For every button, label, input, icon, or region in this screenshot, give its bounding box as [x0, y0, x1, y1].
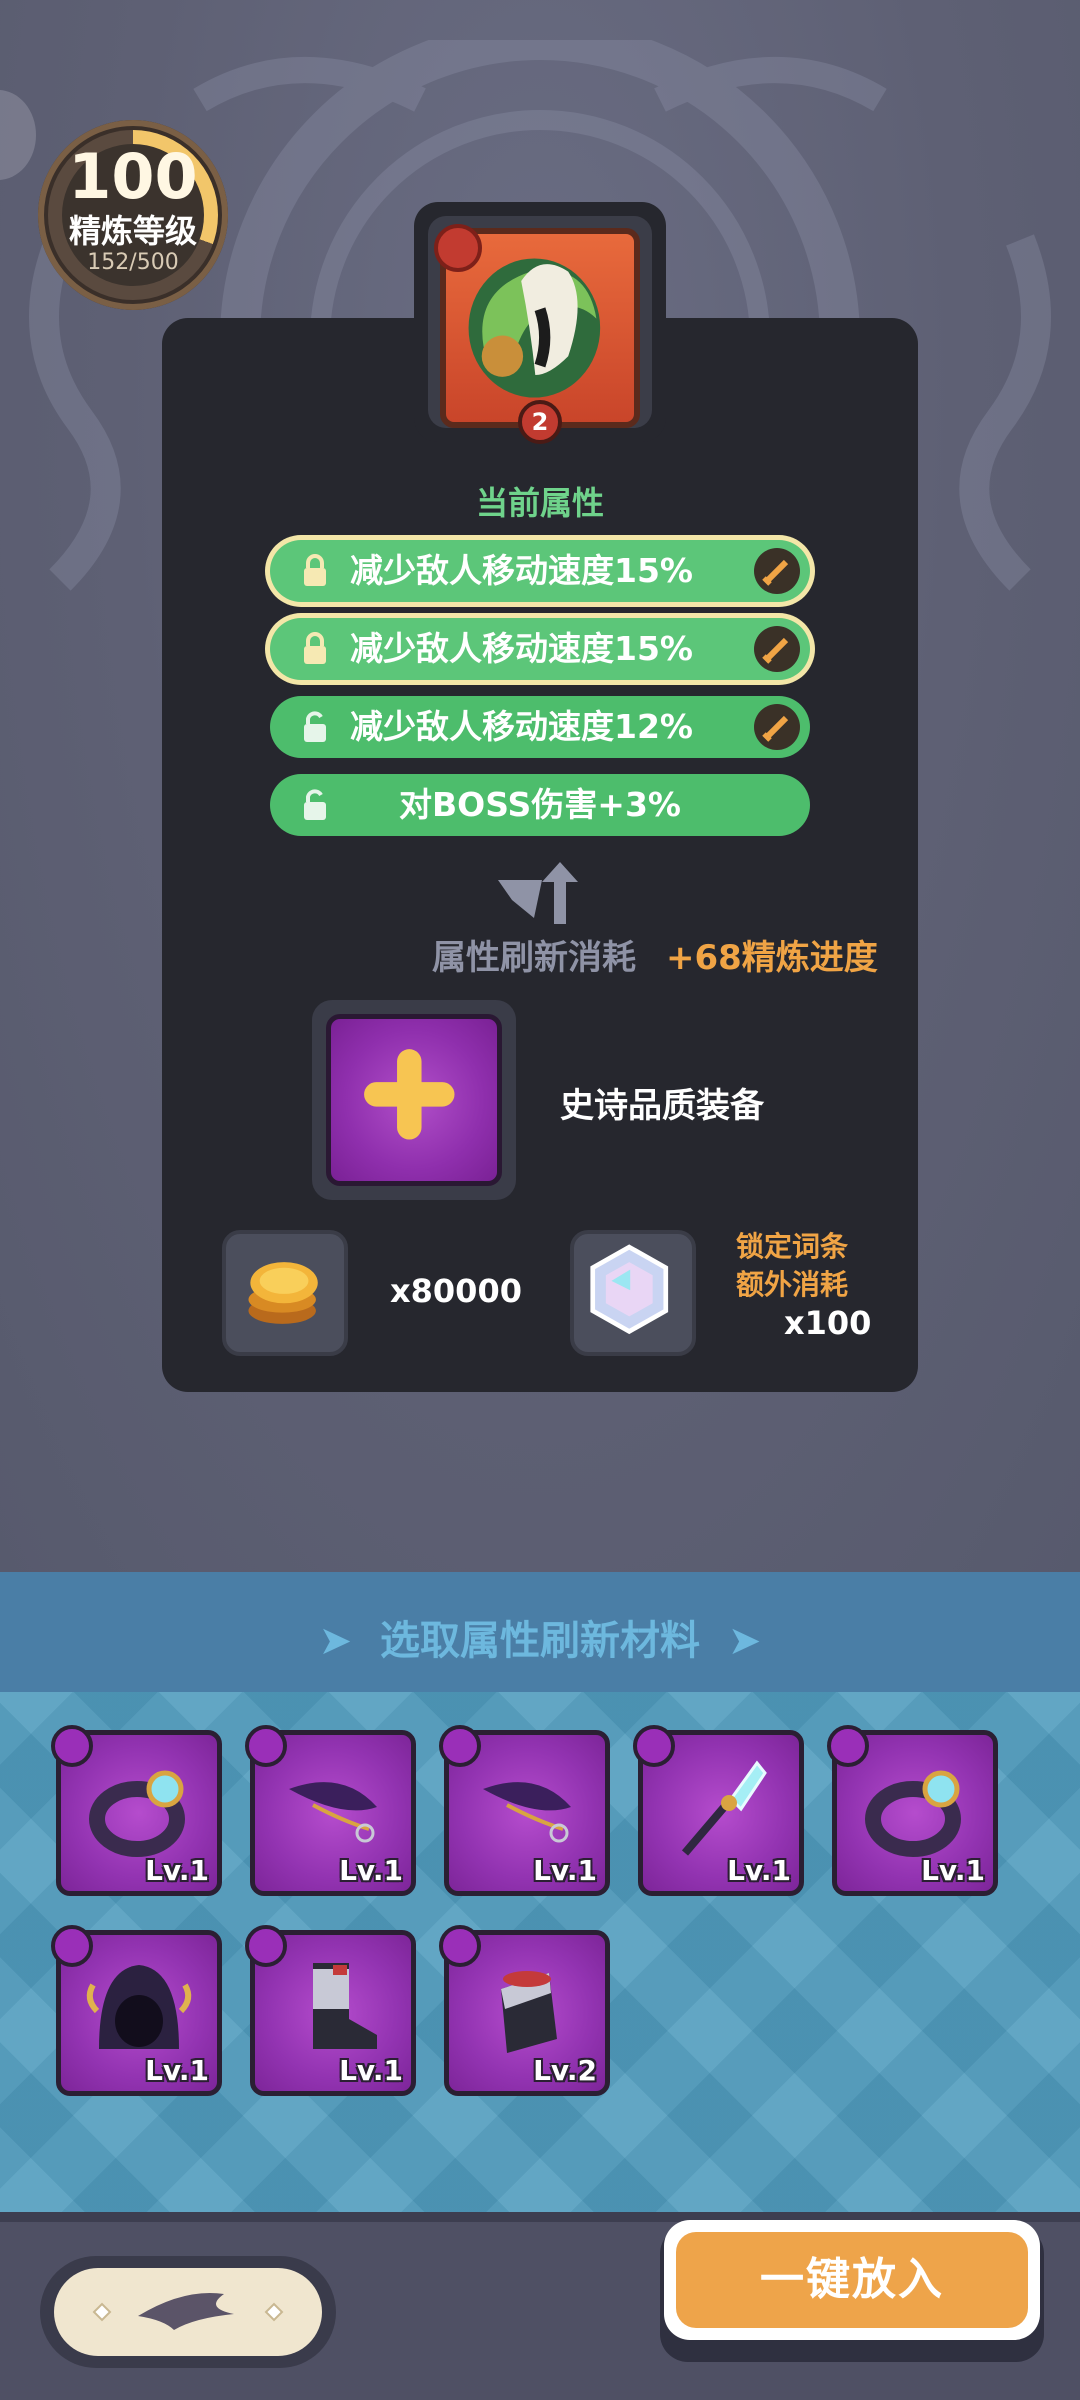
epic-equipment-label: 史诗品质装备 — [560, 1086, 764, 1126]
refresh-cost-value: +68精炼进度 — [666, 938, 878, 978]
material-level: Lv.1 — [921, 1854, 985, 1887]
sword-icon — [754, 704, 800, 750]
refresh-cost-label: 属性刷新消耗 — [432, 938, 636, 978]
material-item[interactable]: Lv.1 — [51, 1925, 222, 2096]
auto-fill-button[interactable]: 一键放入 — [676, 2232, 1028, 2328]
current-attributes-title: 当前属性 — [475, 484, 604, 522]
lock-closed-icon[interactable] — [298, 554, 332, 588]
material-level: Lv.1 — [339, 2054, 403, 2087]
material-item[interactable]: Lv.1 — [245, 1725, 416, 1896]
material-level: Lv.1 — [145, 1854, 209, 1887]
attribute-text: 对BOSS伤害+3% — [399, 785, 681, 824]
lock-extra-cost-note: 锁定词条 额外消耗 — [736, 1230, 849, 1301]
plus-icon — [364, 1049, 455, 1140]
material-item[interactable]: Lv.1 — [633, 1725, 804, 1896]
item-type-icon — [434, 224, 482, 272]
boots-icon — [313, 1963, 377, 2049]
attribute-row-3[interactable]: 减少敌人移动速度12% — [270, 696, 810, 758]
material-level: Lv.1 — [727, 1854, 791, 1887]
materials-title: ➤ 选取属性刷新材料 ➤ — [318, 1618, 762, 1664]
refine-progress-text: 152/500 — [87, 250, 179, 275]
item-quantity-badge: 2 — [518, 400, 562, 444]
hood-icon — [86, 1965, 192, 2049]
material-item[interactable]: Lv.1 — [827, 1725, 998, 1896]
bracer-icon — [501, 1971, 557, 2053]
refresh-arrow-icon — [498, 862, 578, 924]
material-item[interactable]: Lv.1 — [245, 1925, 416, 2096]
crystal-staff-icon — [681, 1760, 767, 1856]
material-item[interactable]: Lv.2 — [439, 1925, 610, 2096]
gold-cost-value: x80000 — [390, 1272, 522, 1310]
attribute-text: 减少敌人移动速度15% — [350, 551, 693, 590]
right-arrow-decoration-icon: ➤ — [700, 1618, 762, 1664]
gem-resource — [570, 1230, 696, 1356]
attribute-row-4[interactable]: 对BOSS伤害+3% — [270, 774, 810, 836]
material-item[interactable]: Lv.1 — [439, 1725, 610, 1896]
material-level: Lv.2 — [533, 2054, 597, 2087]
material-level: Lv.1 — [145, 2054, 209, 2087]
gold-coin-icon — [248, 1262, 318, 1324]
attribute-row-1[interactable]: 减少敌人移动速度15% — [270, 540, 810, 602]
back-button-face[interactable] — [54, 2268, 322, 2356]
feather-blade-icon — [289, 1782, 377, 1843]
winged-emblem-icon — [92, 2292, 284, 2330]
lock-closed-icon[interactable] — [298, 632, 332, 666]
refine-level-badge[interactable]: 100 精炼等级 152/500 — [38, 120, 228, 310]
add-equipment-slot[interactable] — [326, 1014, 502, 1186]
left-arrow-decoration-icon: ➤ — [318, 1618, 380, 1664]
gold-resource — [222, 1230, 348, 1356]
refine-level-title: 精炼等级 — [68, 212, 197, 250]
refine-level-value: 100 — [68, 140, 198, 213]
feather-blade-icon — [483, 1782, 571, 1843]
gem-cost-value: x100 — [784, 1304, 872, 1342]
sword-icon — [754, 626, 800, 672]
lock-open-icon[interactable] — [298, 710, 332, 744]
attribute-row-2[interactable]: 减少敌人移动速度15% — [270, 618, 810, 680]
material-level: Lv.1 — [533, 1854, 597, 1887]
material-level: Lv.1 — [339, 1854, 403, 1887]
ring-icon — [865, 1770, 961, 1857]
ring-icon — [89, 1770, 185, 1857]
diamond-gem-icon — [590, 1244, 669, 1335]
attribute-text: 减少敌人移动速度15% — [350, 629, 693, 668]
material-item[interactable]: Lv.1 — [51, 1725, 222, 1896]
sword-icon — [754, 548, 800, 594]
attribute-text: 减少敌人移动速度12% — [350, 707, 693, 746]
